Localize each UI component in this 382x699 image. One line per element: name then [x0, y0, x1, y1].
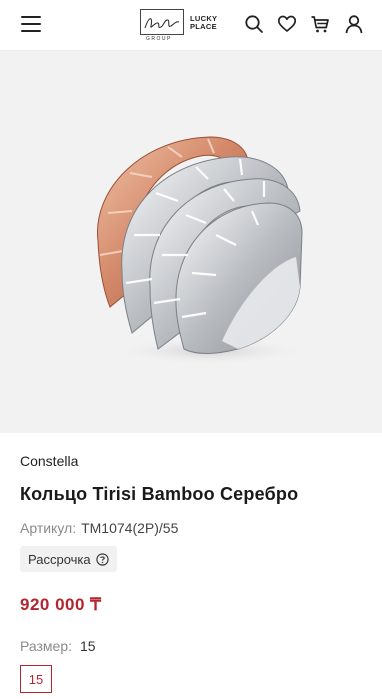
size-value: 15	[80, 638, 96, 654]
product-sku: Артикул: TM1074(2P)/55	[20, 520, 178, 536]
installment-badge[interactable]: Рассрочка	[20, 546, 117, 572]
logo[interactable]: GROUP LUCKY PLACE	[136, 6, 232, 44]
size-label: Размер:	[20, 638, 73, 654]
search-icon[interactable]	[244, 14, 264, 34]
logo-signature-mark	[140, 9, 184, 35]
heart-icon[interactable]	[277, 14, 297, 34]
logo-brand-text: LUCKY PLACE	[190, 14, 218, 31]
sku-value: TM1074(2P)/55	[81, 520, 179, 536]
product-price: 920 000 ₸	[20, 595, 102, 614]
product-title: Кольцо Tirisi Bamboo Серебро	[20, 484, 299, 504]
size-selector-label: Размер: 15	[20, 638, 96, 654]
site-header: GROUP LUCKY PLACE	[0, 0, 382, 51]
user-icon[interactable]	[344, 14, 364, 34]
menu-icon[interactable]	[21, 16, 41, 32]
help-icon[interactable]	[95, 552, 109, 566]
sku-label: Артикул:	[20, 520, 77, 536]
installment-label: Рассрочка	[28, 551, 91, 567]
product-brand[interactable]: Constella	[20, 453, 78, 469]
ring-illustration	[97, 136, 310, 365]
size-option-15[interactable]: 15	[20, 665, 52, 693]
cart-icon[interactable]	[310, 14, 330, 34]
product-image[interactable]	[0, 51, 382, 433]
logo-group-text: GROUP	[146, 36, 172, 42]
